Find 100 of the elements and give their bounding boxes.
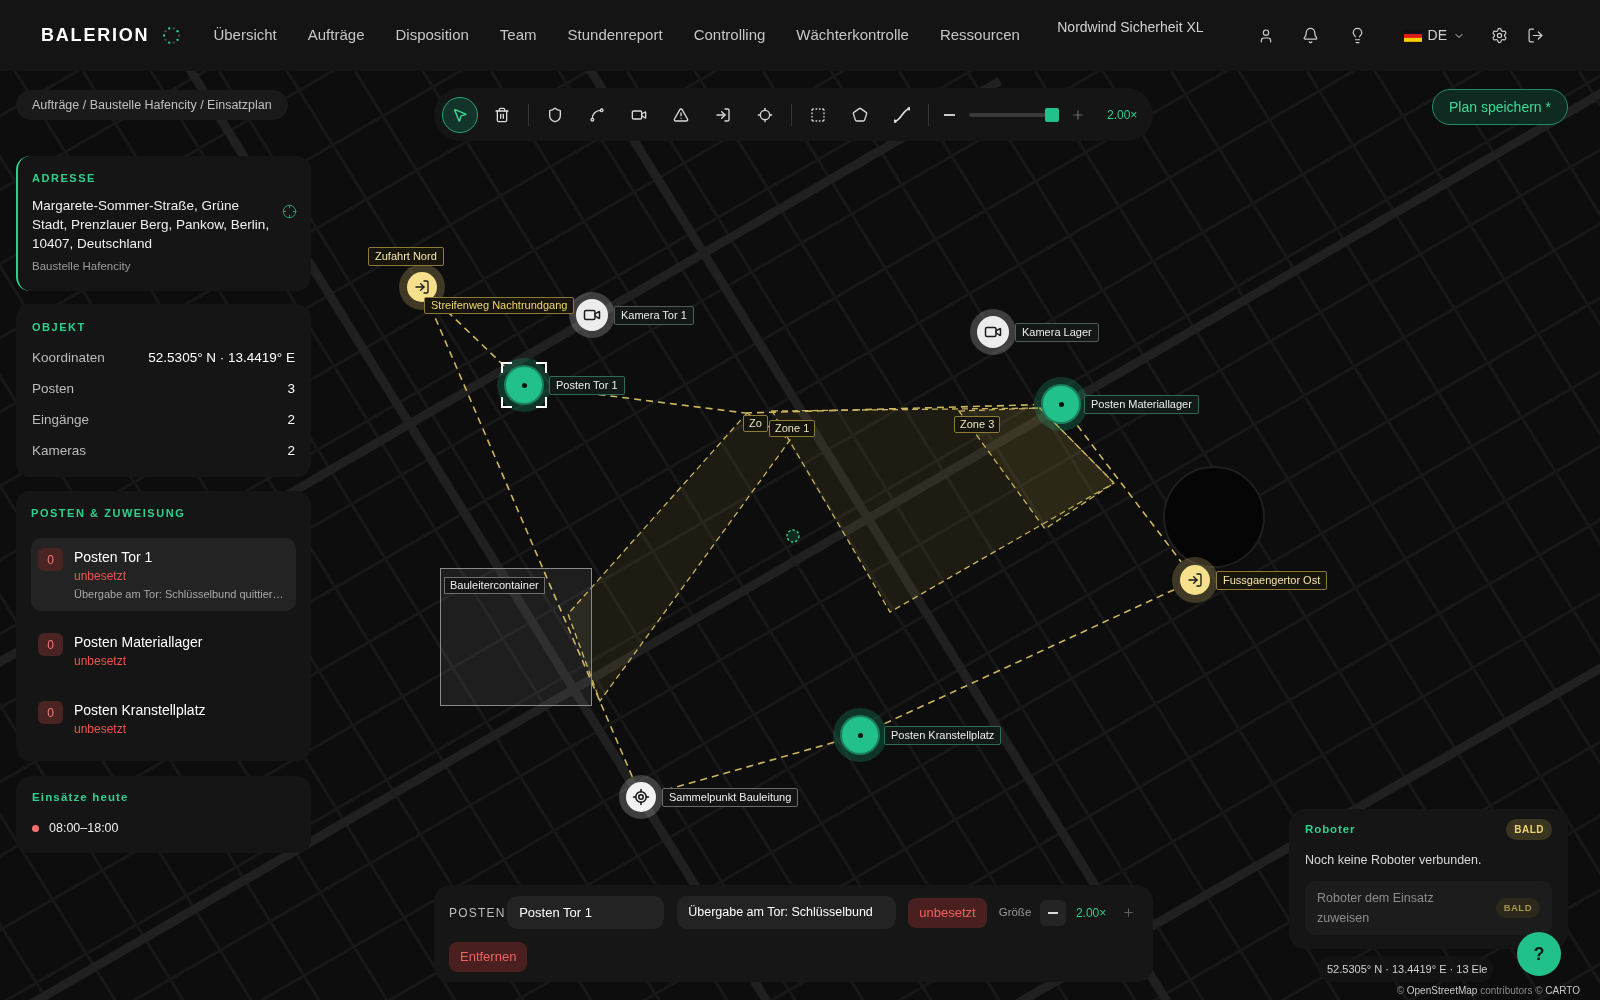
- status-text: unbesetzt: [74, 653, 128, 669]
- marker-label: Kamera Tor 1: [614, 306, 694, 325]
- section-title: POSTEN: [449, 904, 507, 922]
- post-name: Posten Materiallager: [74, 633, 204, 651]
- crosshair-icon: [632, 788, 650, 806]
- field-label: Kameras: [32, 442, 87, 461]
- curve-icon: [894, 106, 910, 123]
- bell-icon: [1301, 27, 1319, 44]
- enter-icon: [414, 279, 430, 295]
- nav-link[interactable]: Ressourcen: [939, 24, 1020, 47]
- shield-icon: [547, 106, 563, 123]
- spline-icon: [589, 106, 605, 123]
- post-list-item[interactable]: 0 Posten Kranstellplatz unbesetzt: [31, 691, 296, 747]
- status-badge: BALD: [1495, 897, 1540, 919]
- marker-label: Posten Tor 1: [549, 376, 625, 395]
- marker-label: Posten Kranstellplatz: [884, 726, 1002, 745]
- field-value: 2: [287, 442, 295, 461]
- logout-icon: [1527, 27, 1544, 44]
- settings-button[interactable]: [1491, 27, 1508, 44]
- assembly-point-marker[interactable]: [619, 775, 663, 819]
- notifications-button[interactable]: [1301, 27, 1319, 44]
- save-plan-button[interactable]: Plan speichern *: [1432, 89, 1568, 125]
- select-tool-button[interactable]: [442, 96, 478, 133]
- decrease-size-button[interactable]: [1040, 899, 1066, 926]
- crosshair-icon: [757, 106, 773, 123]
- company-name: Nordwind Sicherheit XL: [1057, 18, 1204, 37]
- field-label: Eingänge: [32, 411, 90, 430]
- shift-time: 08:00–18:00: [49, 820, 119, 836]
- nav-link[interactable]: Team: [499, 24, 537, 47]
- slider-thumb[interactable]: [1045, 107, 1059, 122]
- trash-icon: [494, 106, 510, 123]
- count-badge: 0: [38, 701, 63, 724]
- map-attribution: © OpenStreetMap contributors © CARTO: [1396, 985, 1580, 997]
- remove-button[interactable]: Entfernen: [449, 942, 528, 972]
- route-label: Streifenweg Nachtrundgang: [424, 297, 575, 314]
- dashed-circle-icon: [786, 529, 800, 543]
- enter-icon: [715, 106, 731, 123]
- container-area[interactable]: Bauleitercontainer: [440, 568, 592, 706]
- address-text: Margarete-Sommer-Straße, Grüne Stadt, Prenzlauer Berg, Pankow, Berlin, 10407, Deutschland: [32, 197, 271, 253]
- pointer-icon: [452, 106, 468, 123]
- count-badge: 0: [38, 548, 63, 571]
- field-value: 52.5305° N · 13.4419° E: [148, 349, 295, 368]
- post-marker[interactable]: [833, 708, 887, 762]
- nav-link[interactable]: Wächterkontrolle: [796, 24, 909, 47]
- post-list-item[interactable]: 0 Posten Tor 1 unbesetzt Übergabe am Tor: Schlüsselbund quittier…: [31, 538, 296, 611]
- language-selector[interactable]: DE: [1403, 25, 1465, 46]
- plus-icon: [1071, 107, 1085, 122]
- coordinates-readout: 52.5305° N · 13.4419° E · 13 Ele: [1318, 956, 1494, 982]
- nav-link[interactable]: Disposition: [395, 24, 469, 47]
- section-title: ADRESSE: [32, 172, 97, 185]
- attribution-link[interactable]: CARTO: [1545, 985, 1580, 996]
- post-name: Posten Kranstellplatz: [74, 701, 207, 719]
- field-value: 2: [287, 411, 295, 430]
- marker-label: Sammelpunkt Bauleitung: [662, 788, 799, 807]
- logout-button[interactable]: [1527, 27, 1544, 44]
- area-label: Bauleitercontainer: [444, 577, 545, 594]
- field-value: 3: [287, 380, 295, 399]
- count-badge: 0: [38, 633, 63, 656]
- field-label: Posten: [32, 380, 75, 399]
- enter-icon: [1187, 572, 1203, 588]
- post-note: Übergabe am Tor: Schlüsselbund quittier…: [74, 587, 285, 601]
- warning-icon: [673, 106, 689, 123]
- minus-icon: [1048, 911, 1059, 914]
- post-name: Posten Tor 1: [74, 548, 154, 566]
- marker-label: Posten Materiallager: [1084, 395, 1199, 414]
- breadcrumb: Aufträge / Baustelle Hafencity / Einsatzplan: [16, 90, 288, 120]
- nav-link[interactable]: Stundenreport: [567, 24, 663, 47]
- empty-message: Noch keine Roboter verbunden.: [1305, 852, 1483, 868]
- post-marker[interactable]: [1034, 377, 1088, 431]
- status-text: unbesetzt: [74, 568, 128, 584]
- minus-icon: [943, 113, 955, 116]
- settings-icon: [1491, 27, 1508, 44]
- dashed-square-icon: [810, 106, 826, 123]
- selection-brackets-icon: [501, 362, 547, 408]
- app-logo: BALERION: [41, 24, 150, 47]
- panel-title: Roboter: [1305, 821, 1356, 837]
- site-name: Baustelle Hafencity: [32, 259, 132, 273]
- nav-link[interactable]: Übersicht: [213, 24, 277, 47]
- post-note-field[interactable]: Übergabe am Tor: Schlüsselbund: [677, 896, 897, 929]
- dotted-ring-icon: [163, 27, 181, 44]
- section-title: OBJEKT: [32, 321, 87, 334]
- marker-label: Kamera Lager: [1015, 323, 1099, 342]
- zone-label: Zone 1: [769, 420, 816, 437]
- locate-button[interactable]: [282, 204, 297, 219]
- camera-marker[interactable]: [569, 292, 615, 338]
- crosshair-icon: [282, 204, 297, 219]
- zoom-reading: 2.00×: [1107, 106, 1138, 124]
- entrance-marker[interactable]: [1172, 557, 1218, 603]
- size-label: Größe: [998, 904, 1032, 920]
- camera-marker[interactable]: [970, 309, 1016, 355]
- post-name-field[interactable]: Posten Tor 1: [507, 896, 665, 929]
- marker-label: Zufahrt Nord: [368, 247, 444, 266]
- nav-link[interactable]: Aufträge: [307, 24, 365, 47]
- post-list-item[interactable]: 0 Posten Materiallager unbesetzt: [31, 623, 296, 679]
- status-toggle-button[interactable]: unbesetzt: [908, 897, 987, 928]
- post-marker[interactable]: [497, 358, 551, 412]
- nav-link[interactable]: Controlling: [693, 24, 766, 47]
- attribution-link[interactable]: OpenStreetMap: [1406, 985, 1478, 996]
- size-reading: 2.00×: [1075, 904, 1107, 922]
- zoom-slider[interactable]: [969, 107, 1059, 122]
